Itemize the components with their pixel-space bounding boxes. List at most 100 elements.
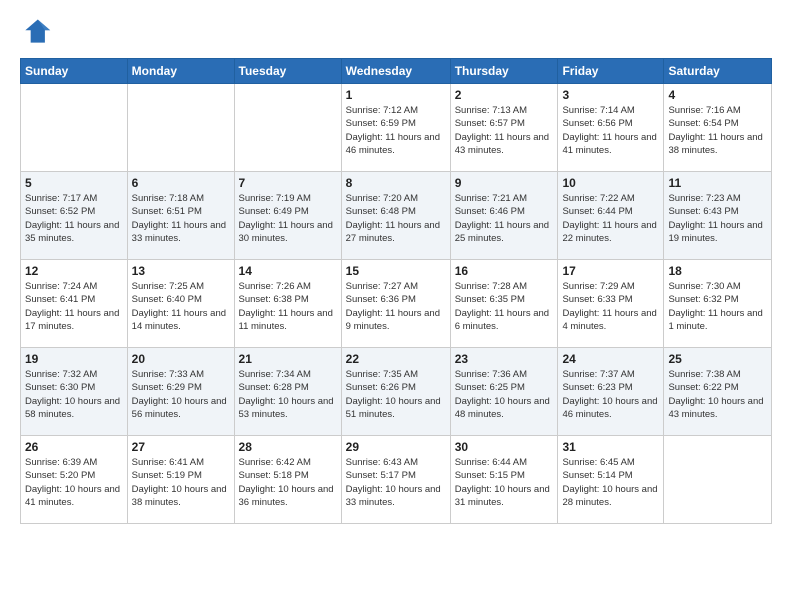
- day-info: Sunrise: 7:32 AM Sunset: 6:30 PM Dayligh…: [25, 368, 123, 421]
- day-number: 27: [132, 440, 230, 454]
- header: [20, 16, 772, 48]
- calendar-day-4: 4 Sunrise: 7:16 AM Sunset: 6:54 PM Daylig…: [664, 84, 772, 172]
- day-info: Sunrise: 7:29 AM Sunset: 6:33 PM Dayligh…: [562, 280, 659, 333]
- calendar-empty-cell: [127, 84, 234, 172]
- weekday-header-tuesday: Tuesday: [234, 59, 341, 84]
- calendar-day-20: 20 Sunrise: 7:33 AM Sunset: 6:29 PM Dayli…: [127, 348, 234, 436]
- day-number: 16: [455, 264, 554, 278]
- calendar-day-27: 27 Sunrise: 6:41 AM Sunset: 5:19 PM Dayli…: [127, 436, 234, 524]
- day-number: 13: [132, 264, 230, 278]
- day-number: 8: [346, 176, 446, 190]
- day-number: 9: [455, 176, 554, 190]
- weekday-header-sunday: Sunday: [21, 59, 128, 84]
- calendar-day-21: 21 Sunrise: 7:34 AM Sunset: 6:28 PM Dayli…: [234, 348, 341, 436]
- calendar-day-1: 1Sunrise: 7:12 AM Sunset: 6:59 PM Daylig…: [341, 84, 450, 172]
- weekday-header-wednesday: Wednesday: [341, 59, 450, 84]
- day-number: 6: [132, 176, 230, 190]
- calendar-day-28: 28 Sunrise: 6:42 AM Sunset: 5:18 PM Dayli…: [234, 436, 341, 524]
- weekday-header-monday: Monday: [127, 59, 234, 84]
- day-info: Sunrise: 7:18 AM Sunset: 6:51 PM Dayligh…: [132, 192, 230, 245]
- calendar-day-16: 16 Sunrise: 7:28 AM Sunset: 6:35 PM Dayli…: [450, 260, 558, 348]
- calendar-day-23: 23 Sunrise: 7:36 AM Sunset: 6:25 PM Dayli…: [450, 348, 558, 436]
- day-number: 26: [25, 440, 123, 454]
- day-number: 10: [562, 176, 659, 190]
- day-info: Sunrise: 7:19 AM Sunset: 6:49 PM Dayligh…: [239, 192, 337, 245]
- day-info: Sunrise: 7:17 AM Sunset: 6:52 PM Dayligh…: [25, 192, 123, 245]
- day-number: 3: [562, 88, 659, 102]
- day-number: 7: [239, 176, 337, 190]
- calendar-day-26: 26 Sunrise: 6:39 AM Sunset: 5:20 PM Dayli…: [21, 436, 128, 524]
- day-info: Sunrise: 7:25 AM Sunset: 6:40 PM Dayligh…: [132, 280, 230, 333]
- day-number: 11: [668, 176, 767, 190]
- day-info: Sunrise: 6:41 AM Sunset: 5:19 PM Dayligh…: [132, 456, 230, 509]
- day-number: 15: [346, 264, 446, 278]
- calendar-day-13: 13 Sunrise: 7:25 AM Sunset: 6:40 PM Dayli…: [127, 260, 234, 348]
- day-info: Sunrise: 7:37 AM Sunset: 6:23 PM Dayligh…: [562, 368, 659, 421]
- day-info: Sunrise: 7:20 AM Sunset: 6:48 PM Dayligh…: [346, 192, 446, 245]
- day-info: Sunrise: 7:27 AM Sunset: 6:36 PM Dayligh…: [346, 280, 446, 333]
- calendar-week-row: 1Sunrise: 7:12 AM Sunset: 6:59 PM Daylig…: [21, 84, 772, 172]
- calendar-day-22: 22 Sunrise: 7:35 AM Sunset: 6:26 PM Dayli…: [341, 348, 450, 436]
- day-info: Sunrise: 7:24 AM Sunset: 6:41 PM Dayligh…: [25, 280, 123, 333]
- day-info: Sunrise: 7:12 AM Sunset: 6:59 PM Dayligh…: [346, 104, 446, 157]
- calendar-day-9: 9 Sunrise: 7:21 AM Sunset: 6:46 PM Daylig…: [450, 172, 558, 260]
- day-info: Sunrise: 7:26 AM Sunset: 6:38 PM Dayligh…: [239, 280, 337, 333]
- calendar-day-31: 31Sunrise: 6:45 AM Sunset: 5:14 PM Dayli…: [558, 436, 664, 524]
- day-number: 28: [239, 440, 337, 454]
- weekday-header-thursday: Thursday: [450, 59, 558, 84]
- calendar-day-15: 15 Sunrise: 7:27 AM Sunset: 6:36 PM Dayli…: [341, 260, 450, 348]
- calendar-day-18: 18 Sunrise: 7:30 AM Sunset: 6:32 PM Dayli…: [664, 260, 772, 348]
- calendar-table: SundayMondayTuesdayWednesdayThursdayFrid…: [20, 58, 772, 524]
- calendar-week-row: 12 Sunrise: 7:24 AM Sunset: 6:41 PM Dayli…: [21, 260, 772, 348]
- day-info: Sunrise: 7:30 AM Sunset: 6:32 PM Dayligh…: [668, 280, 767, 333]
- calendar-day-3: 3 Sunrise: 7:14 AM Sunset: 6:56 PM Daylig…: [558, 84, 664, 172]
- calendar-day-7: 7 Sunrise: 7:19 AM Sunset: 6:49 PM Daylig…: [234, 172, 341, 260]
- calendar-empty-cell: [664, 436, 772, 524]
- day-info: Sunrise: 7:28 AM Sunset: 6:35 PM Dayligh…: [455, 280, 554, 333]
- day-number: 29: [346, 440, 446, 454]
- page: SundayMondayTuesdayWednesdayThursdayFrid…: [0, 0, 792, 612]
- day-info: Sunrise: 7:16 AM Sunset: 6:54 PM Dayligh…: [668, 104, 767, 157]
- calendar-day-8: 8 Sunrise: 7:20 AM Sunset: 6:48 PM Daylig…: [341, 172, 450, 260]
- day-number: 24: [562, 352, 659, 366]
- calendar-day-25: 25Sunrise: 7:38 AM Sunset: 6:22 PM Dayli…: [664, 348, 772, 436]
- logo-icon: [20, 16, 52, 48]
- day-info: Sunrise: 6:44 AM Sunset: 5:15 PM Dayligh…: [455, 456, 554, 509]
- day-number: 4: [668, 88, 767, 102]
- day-info: Sunrise: 7:14 AM Sunset: 6:56 PM Dayligh…: [562, 104, 659, 157]
- day-info: Sunrise: 7:21 AM Sunset: 6:46 PM Dayligh…: [455, 192, 554, 245]
- day-info: Sunrise: 7:35 AM Sunset: 6:26 PM Dayligh…: [346, 368, 446, 421]
- day-number: 21: [239, 352, 337, 366]
- calendar-day-5: 5 Sunrise: 7:17 AM Sunset: 6:52 PM Daylig…: [21, 172, 128, 260]
- day-info: Sunrise: 7:33 AM Sunset: 6:29 PM Dayligh…: [132, 368, 230, 421]
- logo: [20, 16, 54, 48]
- day-info: Sunrise: 7:34 AM Sunset: 6:28 PM Dayligh…: [239, 368, 337, 421]
- day-info: Sunrise: 6:39 AM Sunset: 5:20 PM Dayligh…: [25, 456, 123, 509]
- day-number: 31: [562, 440, 659, 454]
- calendar-day-11: 11 Sunrise: 7:23 AM Sunset: 6:43 PM Dayli…: [664, 172, 772, 260]
- calendar-week-row: 19Sunrise: 7:32 AM Sunset: 6:30 PM Dayli…: [21, 348, 772, 436]
- calendar-day-17: 17Sunrise: 7:29 AM Sunset: 6:33 PM Dayli…: [558, 260, 664, 348]
- calendar-day-19: 19Sunrise: 7:32 AM Sunset: 6:30 PM Dayli…: [21, 348, 128, 436]
- day-info: Sunrise: 7:13 AM Sunset: 6:57 PM Dayligh…: [455, 104, 554, 157]
- calendar-empty-cell: [234, 84, 341, 172]
- day-info: Sunrise: 7:23 AM Sunset: 6:43 PM Dayligh…: [668, 192, 767, 245]
- calendar-day-29: 29Sunrise: 6:43 AM Sunset: 5:17 PM Dayli…: [341, 436, 450, 524]
- day-info: Sunrise: 7:22 AM Sunset: 6:44 PM Dayligh…: [562, 192, 659, 245]
- day-number: 22: [346, 352, 446, 366]
- day-info: Sunrise: 6:42 AM Sunset: 5:18 PM Dayligh…: [239, 456, 337, 509]
- calendar-empty-cell: [21, 84, 128, 172]
- day-number: 12: [25, 264, 123, 278]
- day-number: 23: [455, 352, 554, 366]
- day-info: Sunrise: 7:36 AM Sunset: 6:25 PM Dayligh…: [455, 368, 554, 421]
- calendar-day-24: 24 Sunrise: 7:37 AM Sunset: 6:23 PM Dayli…: [558, 348, 664, 436]
- weekday-header-row: SundayMondayTuesdayWednesdayThursdayFrid…: [21, 59, 772, 84]
- calendar-day-2: 2 Sunrise: 7:13 AM Sunset: 6:57 PM Daylig…: [450, 84, 558, 172]
- day-number: 20: [132, 352, 230, 366]
- calendar-day-30: 30Sunrise: 6:44 AM Sunset: 5:15 PM Dayli…: [450, 436, 558, 524]
- calendar-day-6: 6 Sunrise: 7:18 AM Sunset: 6:51 PM Daylig…: [127, 172, 234, 260]
- day-number: 2: [455, 88, 554, 102]
- day-number: 14: [239, 264, 337, 278]
- day-number: 18: [668, 264, 767, 278]
- day-number: 5: [25, 176, 123, 190]
